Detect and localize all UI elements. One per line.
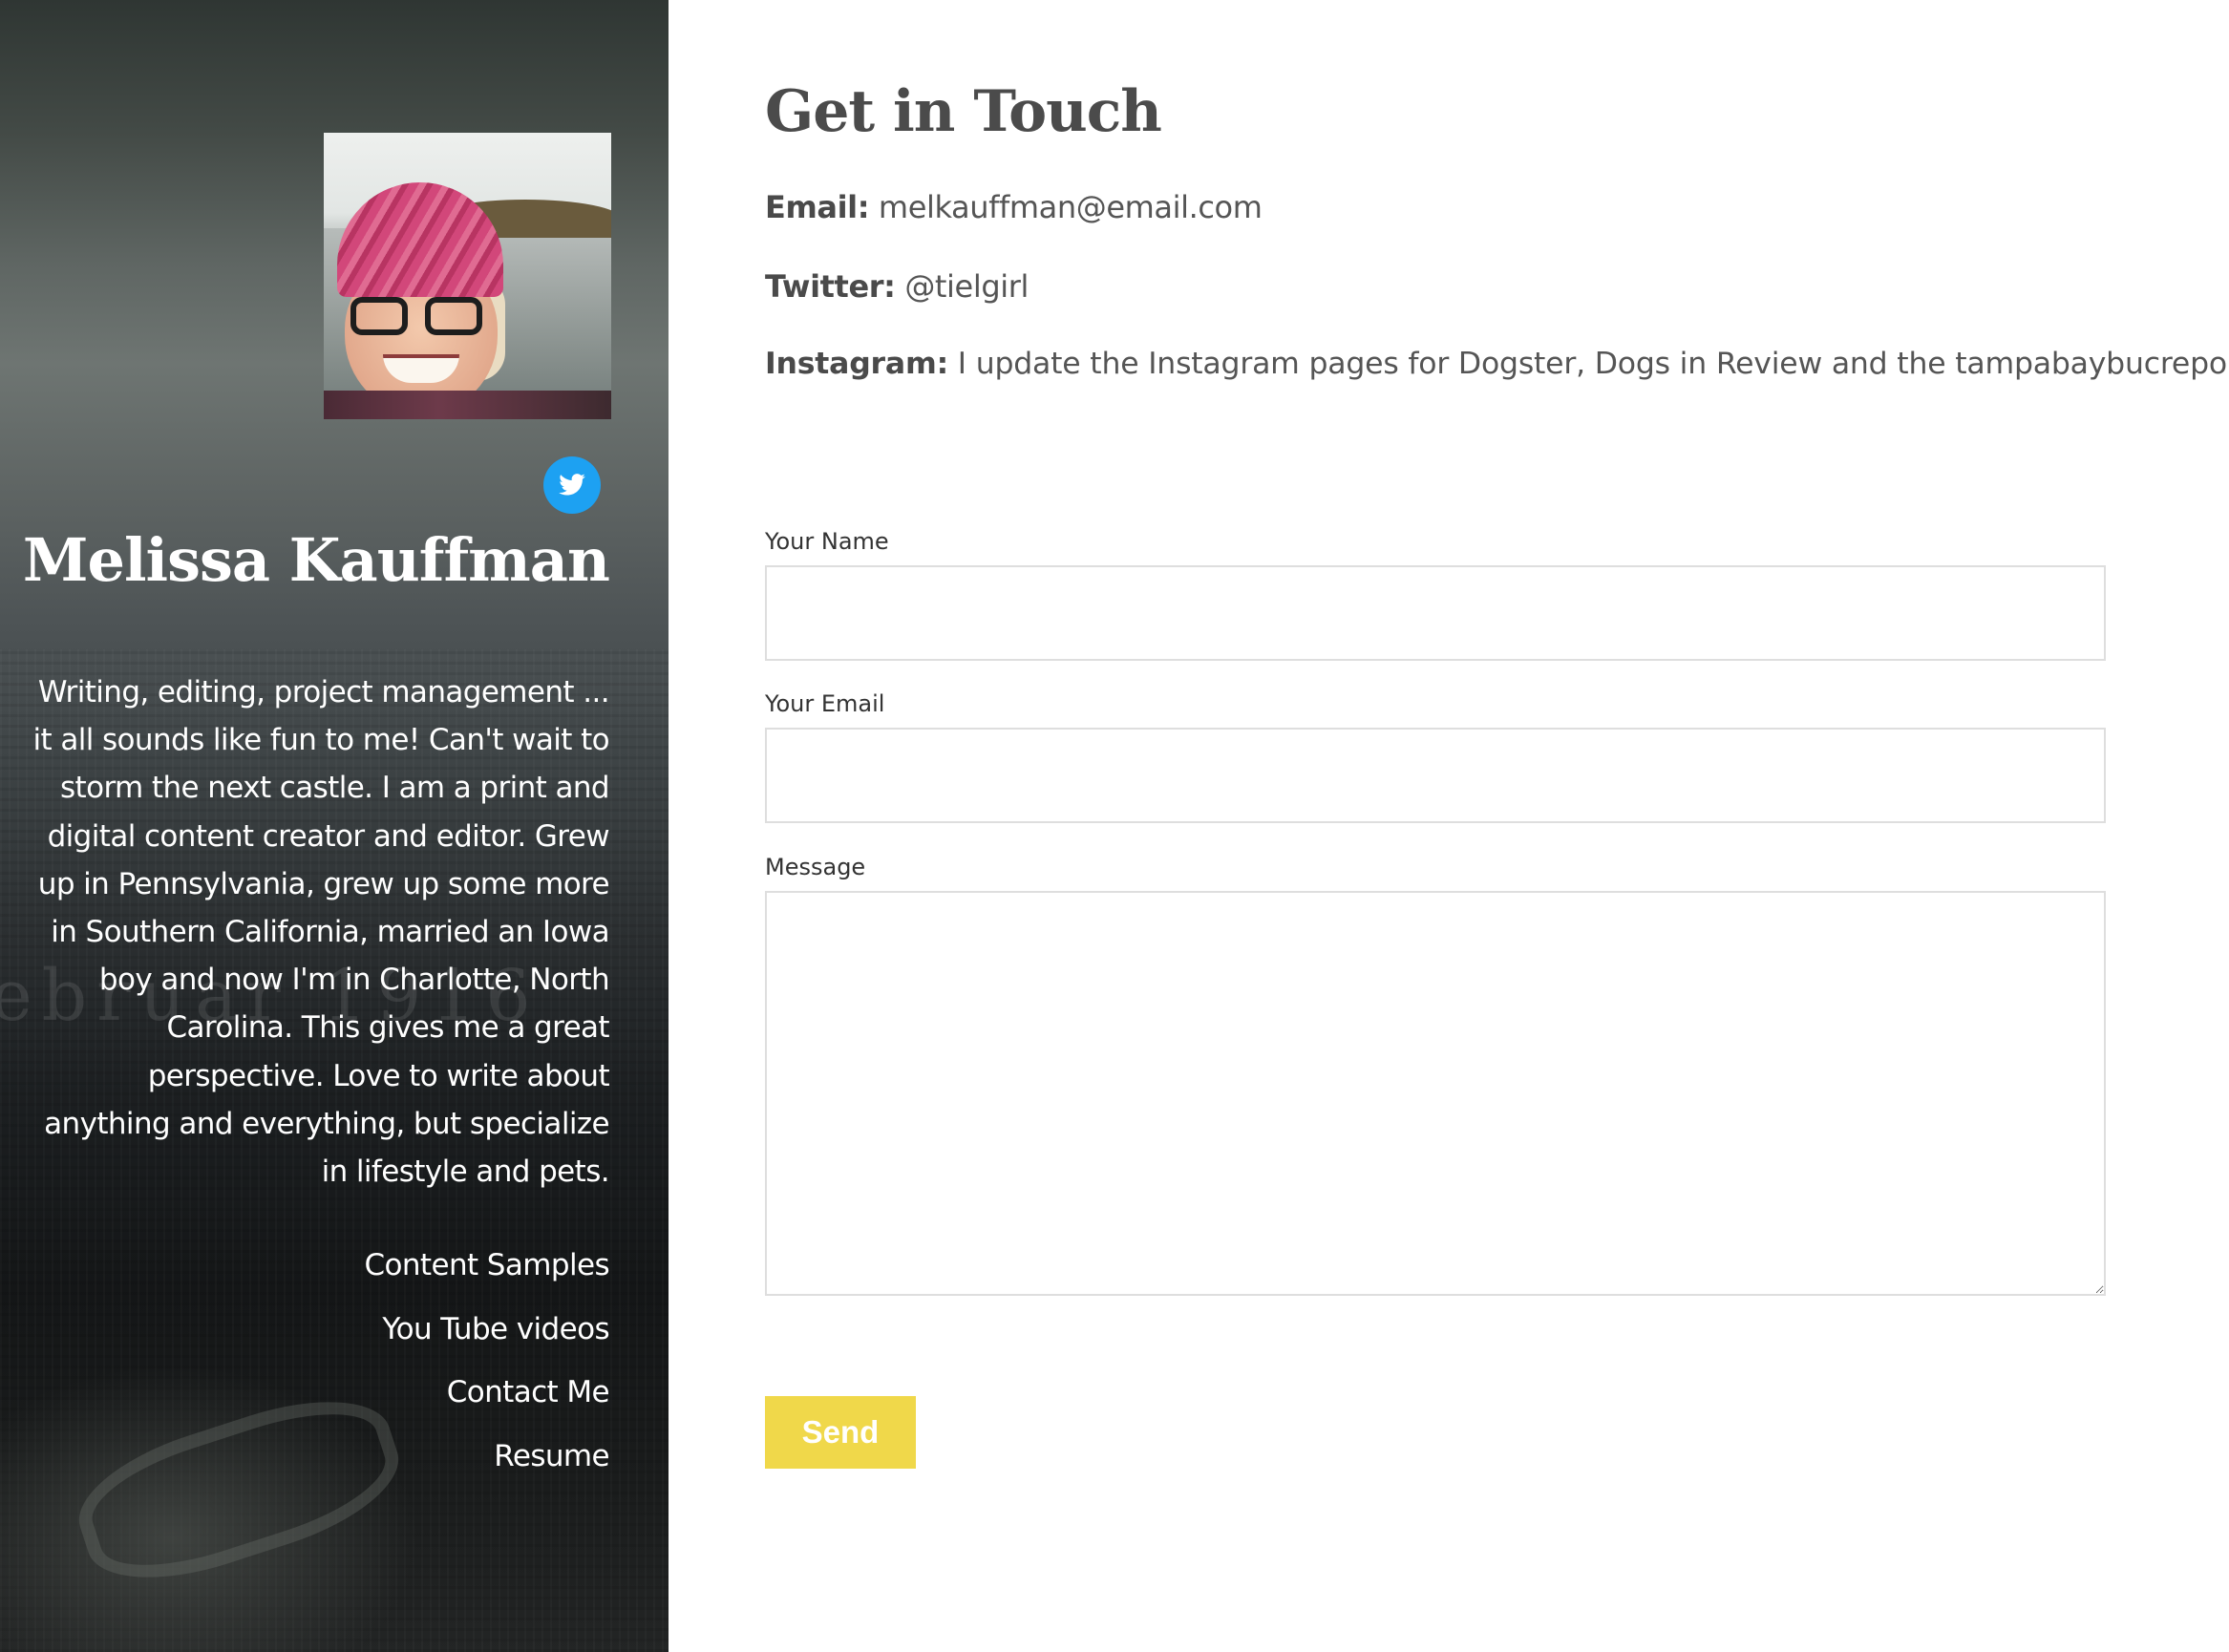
message-textarea[interactable] xyxy=(765,891,2106,1296)
profile-photo xyxy=(324,133,611,419)
twitter-value: @tielgirl xyxy=(904,268,1029,305)
nav-item-resume[interactable]: Resume xyxy=(364,1430,609,1493)
name-field-label: Your Name xyxy=(765,528,889,555)
page-title: Get in Touch xyxy=(765,78,1162,145)
send-button[interactable]: Send xyxy=(765,1396,916,1469)
instagram-value: I update the Instagram pages for Dogster… xyxy=(957,347,2229,381)
twitter-link-button[interactable] xyxy=(543,456,601,514)
email-line: Email: melkauffman@email.com xyxy=(765,189,1263,225)
nav-item-youtube-videos[interactable]: You Tube videos xyxy=(364,1303,609,1366)
message-field-label: Message xyxy=(765,854,866,880)
main-content: Get in Touch Email: melkauffman@email.co… xyxy=(669,0,2229,1652)
nav-item-content-samples[interactable]: Content Samples xyxy=(364,1239,609,1303)
instagram-line: Instagram: I update the Instagram pages … xyxy=(765,347,2229,381)
nav-item-contact-me[interactable]: Contact Me xyxy=(364,1366,610,1430)
email-label: Email: xyxy=(765,189,870,225)
twitter-icon xyxy=(559,474,585,496)
email-value: melkauffman@email.com xyxy=(878,189,1263,225)
instagram-label: Instagram: xyxy=(765,347,948,381)
sidebar-nav: Content Samples You Tube videos Contact … xyxy=(364,1239,609,1493)
sidebar: ebruar 1916 Melissa Kauffman Writing, ed… xyxy=(0,0,669,1652)
profile-bio: Writing, editing, project management ...… xyxy=(32,675,610,1190)
twitter-line: Twitter: @tielgirl xyxy=(765,268,1029,305)
email-input[interactable] xyxy=(765,728,2106,823)
twitter-label: Twitter: xyxy=(765,268,896,305)
name-input[interactable] xyxy=(765,565,2106,661)
profile-name: Melissa Kauffman xyxy=(22,525,610,595)
email-field-label: Your Email xyxy=(765,690,885,717)
